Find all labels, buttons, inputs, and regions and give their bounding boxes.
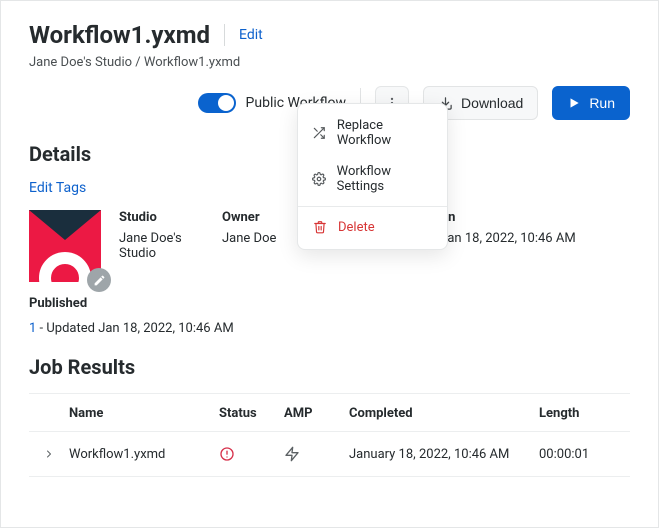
title-divider xyxy=(224,24,225,46)
download-label: Download xyxy=(461,95,523,111)
edit-tags-link[interactable]: Edit Tags xyxy=(29,180,86,196)
shuffle-icon xyxy=(312,125,327,141)
menu-replace-workflow[interactable]: Replace Workflow xyxy=(298,110,447,156)
menu-replace-label: Replace Workflow xyxy=(337,118,433,148)
job-results-header: Name Status AMP Completed Length xyxy=(29,393,630,432)
col-status[interactable]: Status xyxy=(219,406,284,421)
breadcrumb-studio[interactable]: Jane Doe's Studio xyxy=(29,55,132,70)
col-name[interactable]: Name xyxy=(69,406,219,421)
expand-row-button[interactable] xyxy=(29,448,69,460)
gear-icon xyxy=(312,171,327,187)
chevron-right-icon xyxy=(43,448,55,460)
pencil-icon xyxy=(93,274,106,287)
play-icon xyxy=(567,96,581,110)
menu-delete[interactable]: Delete xyxy=(298,211,447,243)
studio-value: Jane Doe's Studio xyxy=(119,231,222,261)
edit-avatar-button[interactable] xyxy=(87,268,111,292)
published-block: Published 1 - Updated Jan 18, 2022, 10:4… xyxy=(29,292,630,341)
row-name: Workflow1.yxmd xyxy=(69,447,219,462)
row-completed: January 18, 2022, 10:46 AM xyxy=(349,447,539,462)
run-label: Run xyxy=(589,95,615,111)
menu-settings-label: Workflow Settings xyxy=(337,164,433,194)
published-value: 1 - Updated Jan 18, 2022, 10:46 AM xyxy=(29,317,630,342)
menu-workflow-settings[interactable]: Workflow Settings xyxy=(298,156,447,202)
table-row: Workflow1.yxmd January 18, 2022, 10:46 A… xyxy=(29,432,630,477)
menu-divider xyxy=(298,206,447,207)
menu-delete-label: Delete xyxy=(338,220,375,235)
public-toggle[interactable] xyxy=(198,93,236,113)
col-length[interactable]: Length xyxy=(539,406,629,421)
breadcrumb: Jane Doe's Studio / Workflow1.yxmd xyxy=(29,55,630,70)
error-icon xyxy=(219,446,235,462)
row-status-error-icon xyxy=(219,446,284,462)
edit-link[interactable]: Edit xyxy=(239,27,263,43)
breadcrumb-file: Workflow1.yxmd xyxy=(144,55,240,70)
job-results-heading: Job Results xyxy=(29,355,630,379)
more-menu: Replace Workflow Workflow Settings Delet… xyxy=(297,103,448,250)
job-results-section: Job Results Name Status AMP Completed Le… xyxy=(29,355,630,477)
page-title: Workflow1.yxmd xyxy=(29,21,210,49)
row-length: 00:00:01 xyxy=(539,447,629,462)
row-amp-icon xyxy=(284,446,349,462)
published-label: Published xyxy=(29,292,630,317)
workflow-avatar xyxy=(29,210,101,282)
breadcrumb-sep: / xyxy=(132,55,144,70)
run-button[interactable]: Run xyxy=(552,86,630,120)
col-amp[interactable]: AMP xyxy=(284,406,349,421)
col-completed[interactable]: Completed xyxy=(349,406,539,421)
trash-icon xyxy=(312,219,328,235)
studio-label: Studio xyxy=(119,210,222,225)
lightning-icon xyxy=(284,446,300,462)
